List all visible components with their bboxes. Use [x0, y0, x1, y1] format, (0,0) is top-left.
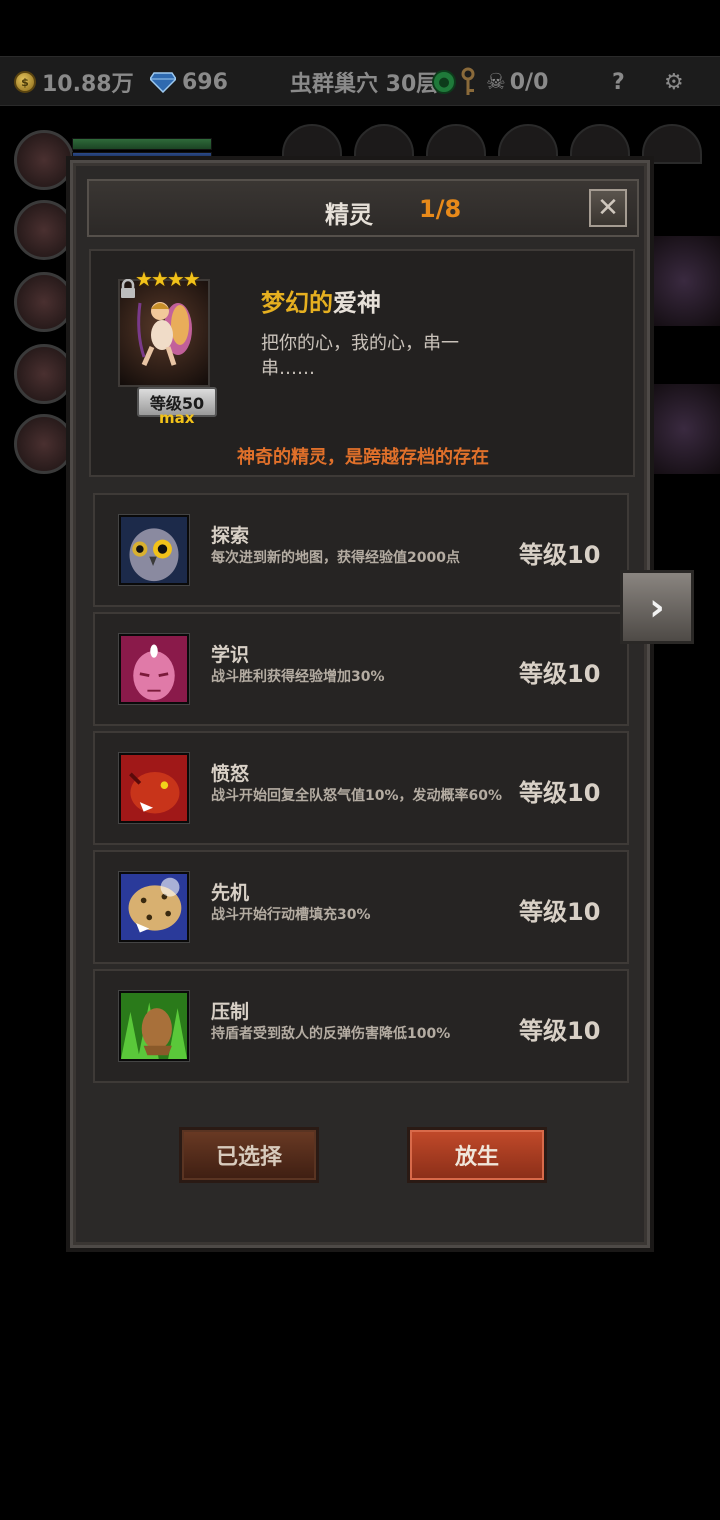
gem-display: 696: [150, 57, 228, 107]
leopard-icon: [119, 872, 189, 942]
skill-name: 愤怒: [211, 763, 250, 785]
spirit-note: 神奇的精灵，是跨越存档的存在: [237, 447, 489, 468]
skill-row: 探索 每次进到新的地图，获得经验值2000点 等级10: [93, 493, 629, 607]
spirit-name-suffix: 爱神: [333, 289, 381, 317]
spirit-description: 把你的心，我的心，串一串……: [261, 333, 459, 379]
equipment-slot[interactable]: [642, 124, 702, 164]
skill-row: 愤怒 战斗开始回复全队怒气值10%，发动概率60% 等级10: [93, 731, 629, 845]
skill-level: 等级10: [519, 541, 601, 569]
skull-icon: ☠: [486, 69, 506, 95]
skill-name: 压制: [211, 1001, 250, 1023]
release-button[interactable]: 放生: [407, 1127, 547, 1183]
panther-icon: [119, 753, 189, 823]
equipment-slot[interactable]: [570, 124, 630, 164]
max-level-tag: max: [159, 409, 195, 427]
owl-icon: [119, 515, 189, 585]
dungeon-floor: 虫群巢穴 30层: [290, 72, 439, 97]
skill-description: 战斗开始行动槽填充30%: [211, 907, 371, 923]
status-bar: $ 10.88万 696 虫群巢穴 30层 ● ☠ 0/0 ? ⚙: [0, 56, 720, 106]
dialog-title: 精灵: [325, 201, 373, 229]
skill-description: 持盾者受到敌人的反弹伤害降低100%: [211, 1026, 451, 1042]
cupid-figure-icon: [137, 302, 192, 367]
equipment-slot[interactable]: [282, 124, 342, 164]
key-display: ●: [432, 57, 476, 107]
party-avatar[interactable]: [14, 130, 74, 190]
key-icon: [461, 67, 475, 95]
skill-row: 先机 战斗开始行动槽填充30% 等级10: [93, 850, 629, 964]
close-icon: ✕: [597, 193, 619, 223]
selected-button[interactable]: 已选择: [179, 1127, 319, 1183]
spirit-name: 梦幻的爱神: [261, 283, 381, 318]
gold-display: $ 10.88万: [14, 57, 134, 107]
coin-icon: $: [14, 71, 36, 93]
background-portrait: [648, 236, 720, 326]
close-button[interactable]: ✕: [589, 189, 627, 227]
equipment-slot[interactable]: [426, 124, 486, 164]
skill-description: 每次进到新的地图，获得经验值2000点: [211, 550, 460, 566]
skill-level: 等级10: [519, 1017, 601, 1045]
skill-row: 压制 持盾者受到敌人的反弹伤害降低100% 等级10: [93, 969, 629, 1083]
diamond-icon: [150, 72, 176, 93]
skill-description: 战斗开始回复全队怒气值10%，发动概率60%: [211, 788, 503, 804]
star-rating: ★★★★: [135, 267, 201, 291]
mp-bar: [72, 152, 212, 160]
skill-name: 先机: [211, 882, 250, 904]
skill-level: 等级10: [519, 898, 601, 926]
equipment-slot[interactable]: [498, 124, 558, 164]
equipment-slot[interactable]: [354, 124, 414, 164]
spirit-index: 1/8: [419, 195, 462, 223]
settings-gear-icon[interactable]: ⚙: [664, 57, 684, 107]
gold-amount: 10.88万: [42, 72, 134, 97]
spirit-dialog: 精灵 1/8 ✕ ★★★★ 等级50 max 梦幻的爱神 把你的心，我的心，串一…: [70, 160, 650, 1248]
hp-bar: [72, 138, 212, 150]
party-avatar[interactable]: [14, 344, 74, 404]
spirit-name-prefix: 梦幻的: [261, 289, 333, 317]
third-eye-icon: [119, 634, 189, 704]
skill-name: 学识: [211, 644, 250, 666]
background-portrait: [648, 384, 720, 474]
party-avatar[interactable]: [14, 200, 74, 260]
kill-count: 0/0: [509, 69, 549, 95]
skill-level: 等级10: [519, 660, 601, 688]
party-avatar[interactable]: [14, 272, 74, 332]
skill-level: 等级10: [519, 779, 601, 807]
skill-description: 战斗胜利获得经验增加30%: [211, 669, 385, 685]
shield-icon: ●: [432, 70, 456, 94]
lion-paw-icon: [119, 991, 189, 1061]
next-spirit-button[interactable]: ›: [620, 570, 694, 644]
skill-name: 探索: [211, 525, 250, 547]
chevron-right-icon: ›: [649, 585, 665, 629]
kill-counter: ☠ 0/0: [486, 57, 548, 107]
party-avatar[interactable]: [14, 414, 74, 474]
skill-row: 学识 战斗胜利获得经验增加30% 等级10: [93, 612, 629, 726]
help-button[interactable]: ?: [612, 57, 625, 107]
gem-amount: 696: [182, 69, 228, 95]
